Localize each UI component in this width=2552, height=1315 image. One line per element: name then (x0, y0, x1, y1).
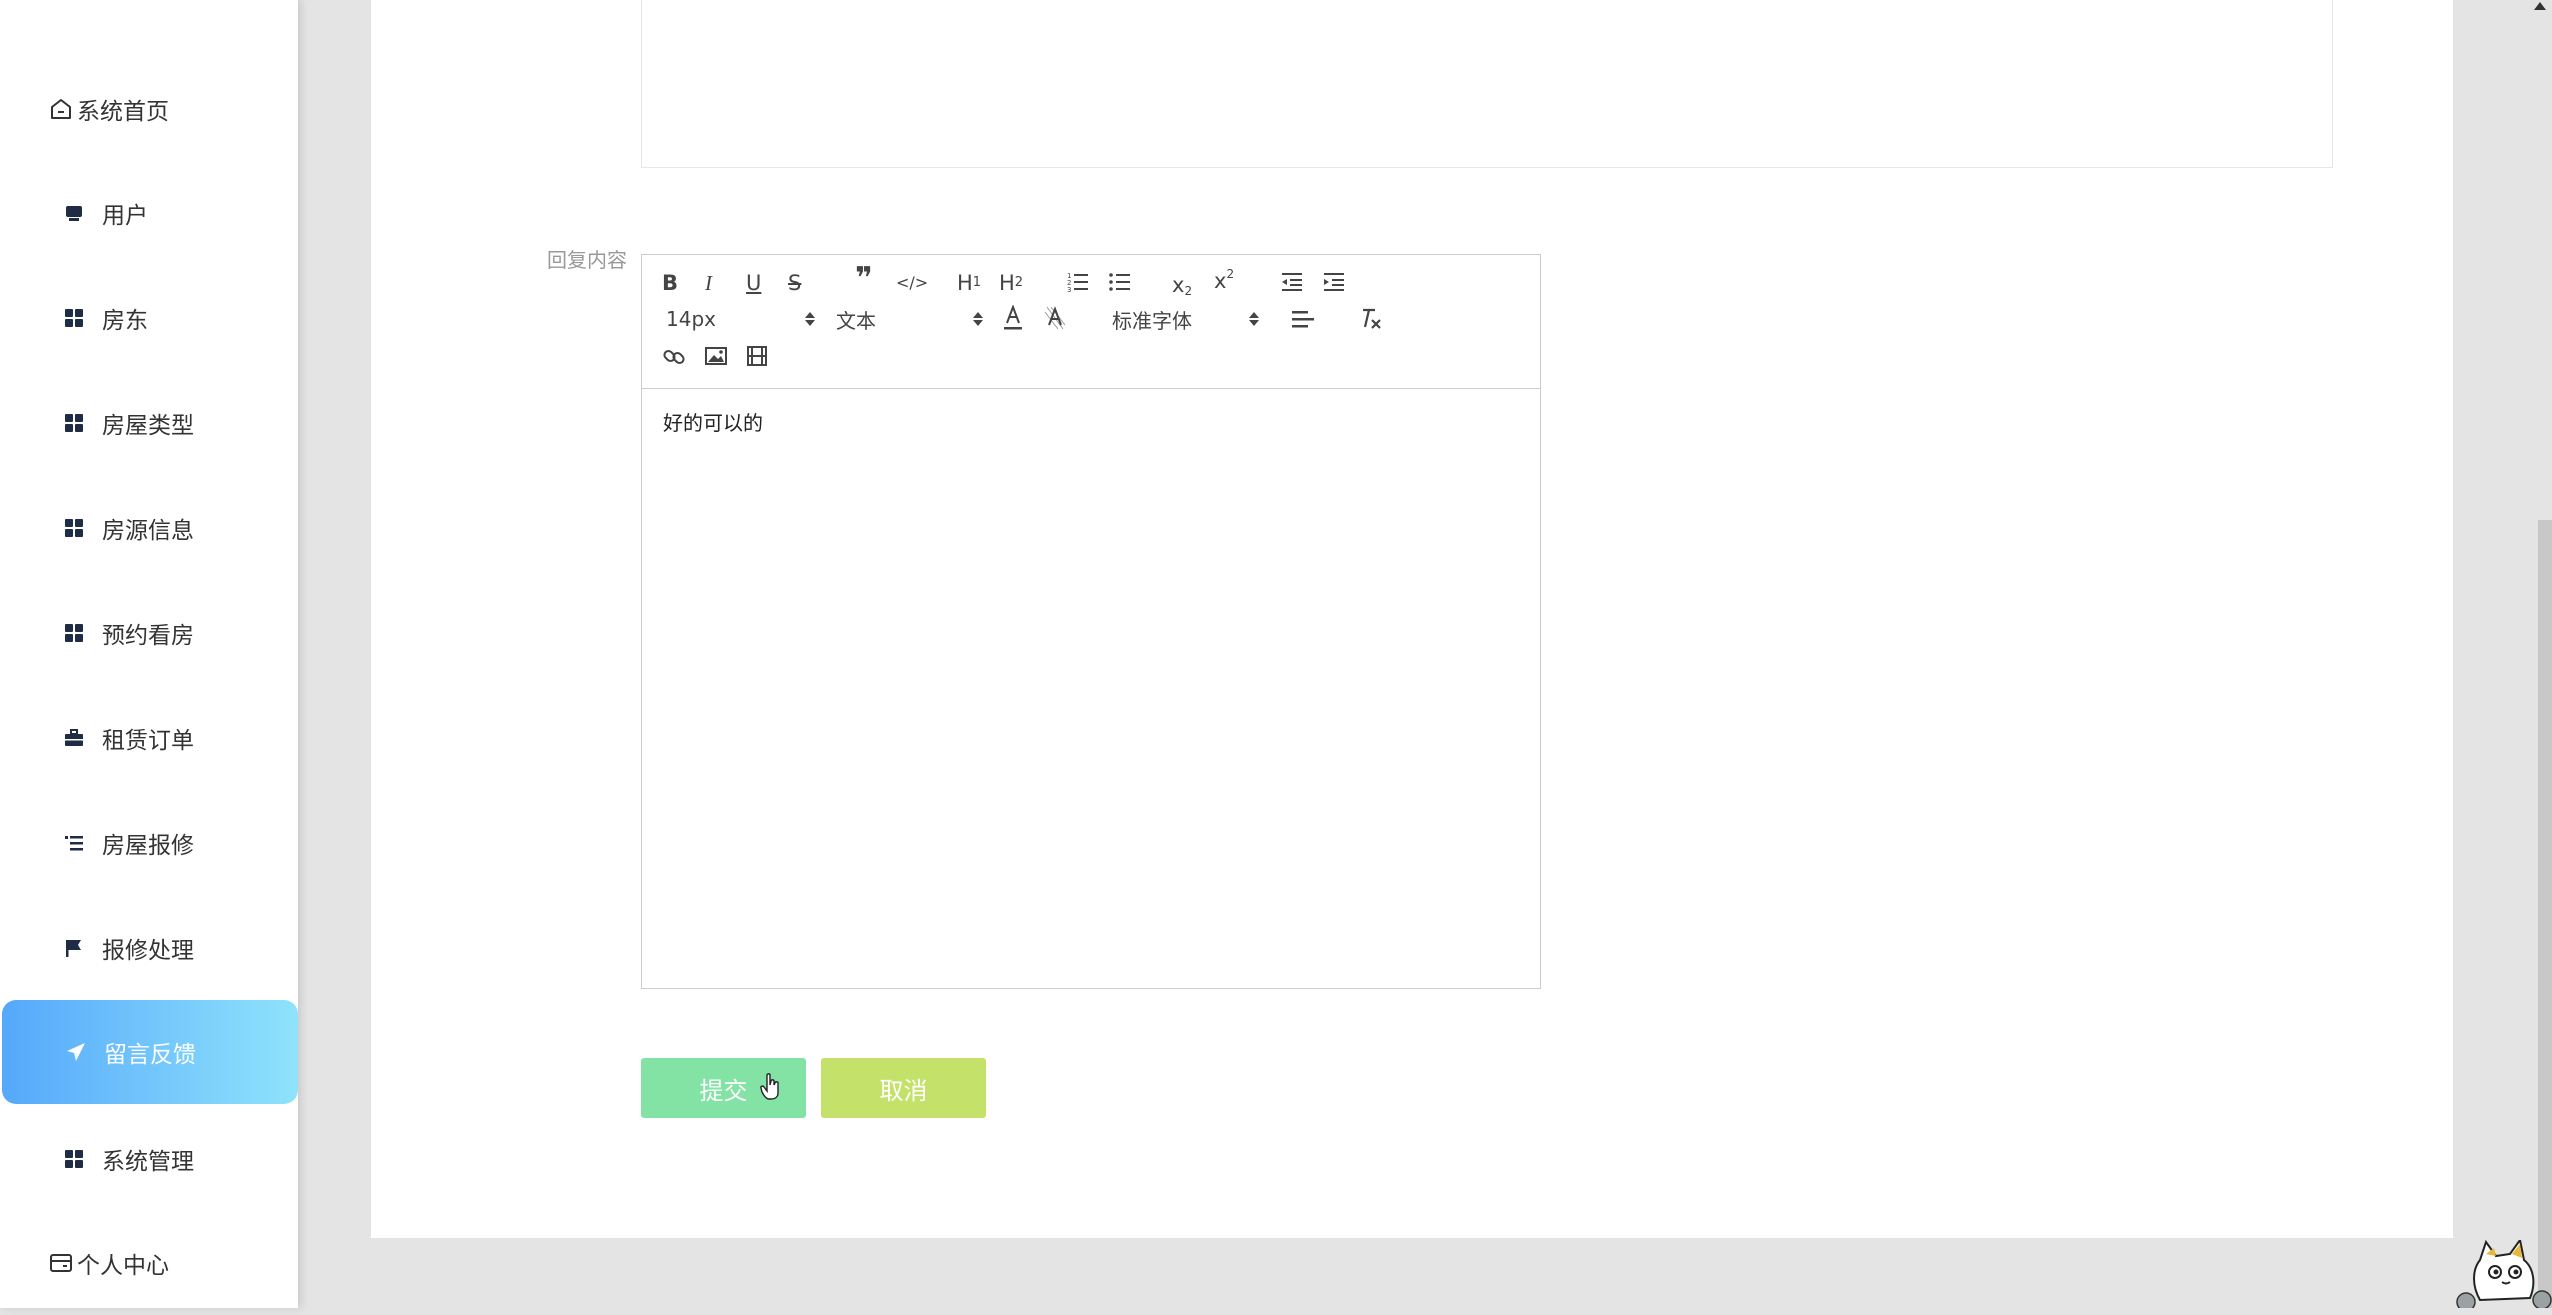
sidebar-item-label: 留言反馈 (104, 1042, 196, 1068)
clear-format-icon[interactable] (1359, 307, 1383, 331)
sidebar-item-repair[interactable]: 房屋报修 (0, 791, 298, 895)
grid-icon (62, 306, 86, 330)
sidebar-item-landlord[interactable]: 房东 (0, 266, 298, 370)
home-icon (49, 97, 73, 121)
card-icon (49, 1251, 73, 1275)
scrollbar-thumb[interactable] (2538, 520, 2552, 1308)
heading2-icon[interactable]: H2 (999, 271, 1023, 295)
sidebar-item-label: 用户 (102, 203, 148, 229)
image-icon[interactable] (704, 345, 728, 367)
background-color-icon[interactable] (1044, 305, 1066, 331)
align-left-icon[interactable] (1291, 309, 1315, 329)
bold-icon[interactable]: B (662, 271, 678, 295)
font-color-icon[interactable] (1002, 305, 1024, 331)
cancel-button[interactable]: 取消 (821, 1058, 986, 1118)
font-family-picker[interactable]: 标准字体 (1112, 307, 1262, 333)
flag-icon (62, 936, 86, 960)
strikethrough-icon[interactable]: S (788, 271, 801, 295)
grid-icon (62, 411, 86, 435)
sidebar-item-label: 报修处理 (102, 938, 194, 964)
chevron-updown-icon (1249, 312, 1259, 326)
subscript-icon[interactable]: x2 (1172, 273, 1192, 298)
sidebar-item-label: 预约看房 (102, 623, 194, 649)
bullet-list-icon[interactable] (1109, 271, 1131, 293)
briefcase-icon (62, 726, 86, 750)
grid-icon (62, 621, 86, 645)
video-icon[interactable] (746, 345, 768, 367)
font-size-picker[interactable]: 14px (666, 307, 815, 331)
sidebar-item-label: 系统管理 (102, 1149, 194, 1175)
header-picker[interactable]: 文本 (836, 307, 983, 333)
italic-icon[interactable]: I (705, 271, 712, 295)
sidebar-item-home[interactable]: 系统首页 (0, 57, 298, 161)
sidebar-item-users[interactable]: 用户 (0, 161, 298, 265)
underline-icon[interactable]: U (746, 271, 761, 295)
header-picker-value: 文本 (836, 308, 876, 333)
chevron-updown-icon (973, 312, 983, 326)
font-size-value: 14px (666, 307, 716, 331)
grid-icon (62, 1147, 86, 1171)
superscript-icon[interactable]: x2 (1214, 267, 1234, 293)
chevron-updown-icon (805, 312, 815, 326)
sidebar: 系统首页 用户 房东 房屋类型 房源信息 预约看房 租赁订单 房屋报修 报修处理… (0, 0, 298, 1308)
monitor-icon (62, 201, 86, 225)
editor-toolbar: B I U S ❞ </> H1 H2 123 x2 x2 14px 文本 标准… (642, 255, 1540, 389)
sidebar-item-rental-orders[interactable]: 租赁订单 (0, 686, 298, 790)
sidebar-item-listings[interactable]: 房源信息 (0, 476, 298, 580)
sidebar-item-label: 个人中心 (77, 1253, 169, 1279)
svg-text:3: 3 (1067, 286, 1071, 293)
heading1-icon[interactable]: H1 (957, 271, 981, 295)
sidebar-item-label: 房源信息 (102, 518, 194, 544)
grid-icon (62, 516, 86, 540)
previous-textarea[interactable] (641, 0, 2333, 168)
sidebar-item-repair-handling[interactable]: 报修处理 (0, 896, 298, 1000)
rich-text-editor: B I U S ❞ </> H1 H2 123 x2 x2 14px 文本 标准… (641, 254, 1541, 989)
sidebar-item-label: 房东 (102, 308, 148, 334)
hand-pointer-icon (760, 1073, 782, 1105)
sidebar-item-house-type[interactable]: 房屋类型 (0, 371, 298, 475)
reply-content-label: 回复内容 (547, 248, 627, 272)
sidebar-item-feedback[interactable]: 留言反馈 (2, 1000, 298, 1104)
ordered-list-icon[interactable]: 123 (1067, 271, 1089, 293)
sidebar-item-system[interactable]: 系统管理 (0, 1107, 298, 1211)
outdent-icon[interactable] (1280, 271, 1304, 293)
list-icon (62, 831, 86, 855)
code-block-icon[interactable]: </> (896, 271, 928, 295)
indent-icon[interactable] (1322, 271, 1346, 293)
scroll-up-arrow-icon[interactable] (2534, 2, 2546, 10)
blockquote-icon[interactable]: ❞ (855, 264, 873, 294)
cat-mascot-icon (2450, 1237, 2552, 1312)
sidebar-item-viewing[interactable]: 预约看房 (0, 581, 298, 685)
sidebar-item-label: 房屋报修 (102, 833, 194, 859)
editor-content[interactable]: 好的可以的 (663, 407, 763, 436)
link-icon[interactable] (662, 345, 686, 369)
font-family-value: 标准字体 (1112, 308, 1192, 333)
sidebar-item-label: 系统首页 (77, 99, 169, 125)
sidebar-item-label: 房屋类型 (102, 413, 194, 439)
sidebar-item-label: 租赁订单 (102, 728, 194, 754)
send-icon (64, 1040, 88, 1064)
sidebar-item-profile[interactable]: 个人中心 (0, 1211, 298, 1315)
